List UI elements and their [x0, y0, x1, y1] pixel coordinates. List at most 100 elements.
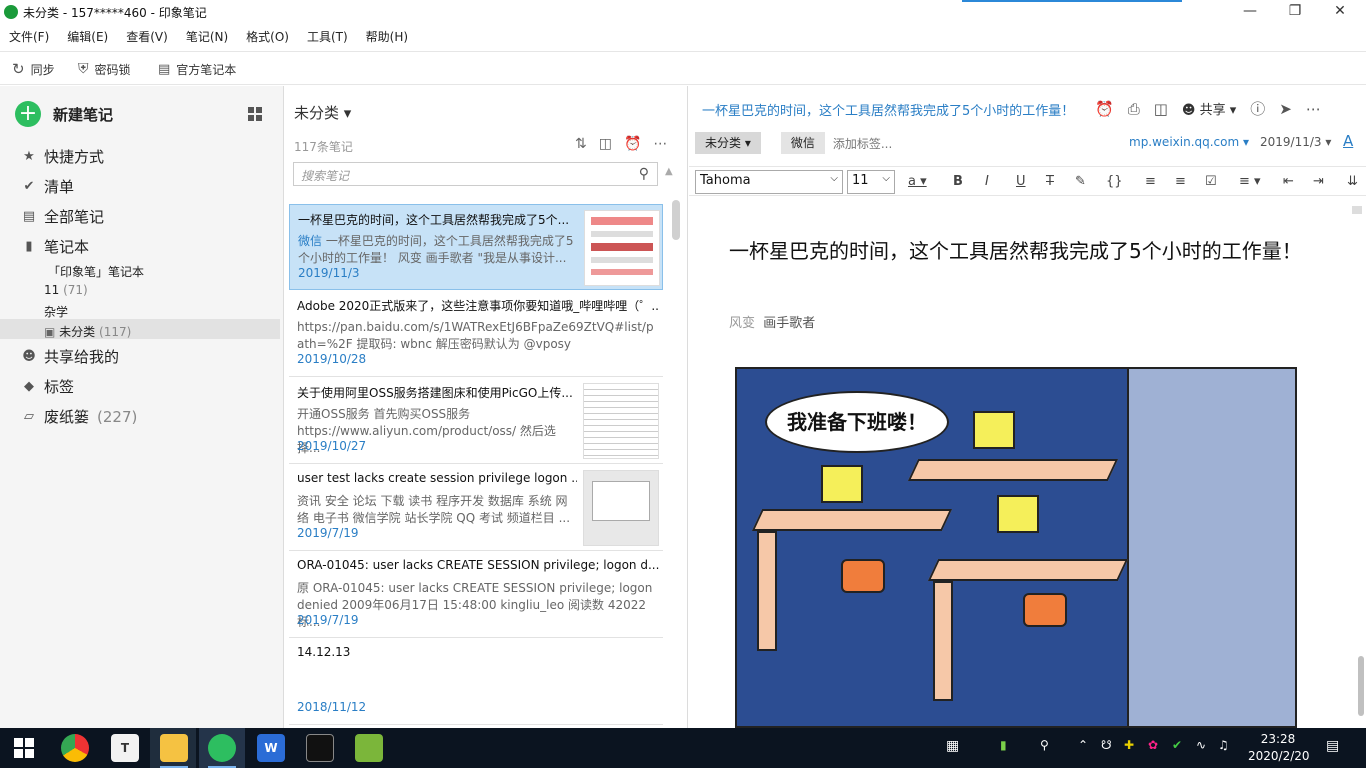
maximize-button[interactable]: ❐	[1275, 2, 1315, 22]
reminder-icon[interactable]: ⏰	[624, 136, 641, 152]
input-method-icon[interactable]: ▦	[946, 738, 959, 754]
action-center-icon[interactable]: ▤	[1326, 738, 1339, 754]
sidebar-item-trash[interactable]: ▱ 废纸篓 (227)	[22, 406, 137, 427]
sidebar-item-shortcuts[interactable]: ★ 快捷方式	[22, 146, 104, 167]
search-icon[interactable]: ⚲	[639, 166, 649, 182]
present-icon[interactable]: ◫	[1154, 100, 1168, 118]
check-circle-icon: ✔	[23, 179, 35, 194]
share-network-icon[interactable]: ➤	[1279, 100, 1292, 118]
sync-button[interactable]: ↻ 同步	[12, 59, 55, 79]
menu-bar: 文件(F) 编辑(E) 查看(V) 笔记(N) 格式(O) 工具(T) 帮助(H)	[0, 26, 1366, 48]
list-item[interactable]: 14.12.13 2018/11/12	[289, 639, 663, 725]
evernote-taskbar-icon[interactable]	[208, 734, 236, 762]
share-button[interactable]: ☻ 共享 ▾	[1182, 99, 1236, 118]
font-size-select[interactable]: 11 ⌵	[847, 170, 895, 194]
notepad-icon[interactable]	[355, 734, 383, 762]
tag-chip[interactable]: 微信	[780, 132, 825, 154]
menu-edit[interactable]: 编辑(E)	[58, 26, 117, 48]
notebook-selector[interactable]: 未分类 ▾	[294, 102, 351, 123]
expand-toolbar-icon[interactable]: ⇊	[1347, 174, 1358, 189]
font-style-icon[interactable]: A	[1343, 132, 1353, 150]
more-options-icon[interactable]: ⋯	[653, 136, 667, 152]
notification-bell-icon[interactable]: ☋	[1101, 738, 1112, 752]
sort-icon[interactable]: ⇅	[575, 136, 587, 152]
sidebar-item-shared[interactable]: ☻ 共享给我的	[22, 346, 119, 367]
code-icon[interactable]: {}	[1106, 174, 1123, 189]
list-item[interactable]: ORA-01045: user lacks CREATE SESSION pri…	[289, 552, 663, 638]
add-tag-input[interactable]: 添加标签...	[833, 135, 892, 152]
note-editor: 一杯星巴克的时间，这个工具居然帮我完成了5个小时的工作量！ ⏰ ⎙ ◫ ☻ 共享…	[689, 86, 1366, 728]
align-icon[interactable]: ≡ ▾	[1239, 174, 1261, 189]
plus-tray-icon[interactable]: ✚	[1124, 738, 1134, 752]
more-icon[interactable]: ⋯	[1306, 100, 1321, 118]
sidebar-item-all-notes[interactable]: ▤ 全部笔记	[22, 206, 104, 227]
collapse-up-icon[interactable]: ▲	[665, 166, 673, 177]
sidebar-item-tags[interactable]: ◆ 标签	[22, 376, 74, 397]
menu-tools[interactable]: 工具(T)	[298, 26, 357, 48]
text-color-icon[interactable]: a ▾	[908, 174, 927, 189]
list-item[interactable]: user test lacks create session privilege…	[289, 465, 663, 551]
note-date[interactable]: 2019/11/3 ▾	[1260, 135, 1331, 149]
sidebar-item-checklist[interactable]: ✔ 清单	[22, 176, 74, 197]
author-link[interactable]: 画手歌者	[763, 316, 815, 331]
typora-icon[interactable]: T	[111, 734, 139, 762]
notebook-zaxue[interactable]: 杂学	[44, 303, 68, 320]
notebook-yinxiang[interactable]: 「印象笔」笔记本	[48, 263, 144, 280]
windows-start-icon[interactable]	[14, 738, 34, 758]
print-icon[interactable]: ⎙	[1128, 100, 1140, 118]
password-lock-button[interactable]: ⛨ 密码锁	[78, 59, 131, 79]
info-icon[interactable]: ⓘ	[1250, 98, 1265, 119]
menu-help[interactable]: 帮助(H)	[357, 26, 417, 48]
list-item[interactable]: Adobe 2020正式版来了，这些注意事项你要知道哦_哔哩哔哩（゜... ht…	[289, 291, 663, 377]
numbered-list-icon[interactable]: ≡	[1175, 174, 1186, 189]
menu-note[interactable]: 笔记(N)	[177, 26, 237, 48]
outdent-icon[interactable]: ⇤	[1283, 174, 1294, 189]
underline-icon[interactable]: U	[1016, 174, 1026, 189]
check-tray-icon[interactable]: ✔	[1172, 738, 1182, 752]
minimize-button[interactable]: —	[1230, 2, 1270, 22]
alarm-icon[interactable]: ⏰	[1095, 100, 1114, 118]
bullet-list-icon[interactable]: ≡	[1145, 174, 1156, 189]
people-tray-icon[interactable]: ⚲	[1040, 738, 1049, 752]
editor-scrollbar[interactable]	[1358, 656, 1364, 716]
tray-expand-icon[interactable]: ⌃	[1078, 738, 1088, 752]
grid-view-icon[interactable]	[248, 107, 262, 121]
strikethrough-icon[interactable]: T	[1046, 174, 1054, 189]
menu-format[interactable]: 格式(O)	[237, 26, 298, 48]
italic-icon[interactable]: I	[985, 174, 989, 189]
list-item[interactable]: 关于使用阿里OSS服务搭建图床和使用PicGO上传... 开通OSS服务 首先购…	[289, 378, 663, 464]
source-url-link[interactable]: mp.weixin.qq.com ▾	[1129, 135, 1249, 149]
indent-icon[interactable]: ⇥	[1313, 174, 1324, 189]
editor-scroll-up[interactable]	[1352, 206, 1362, 214]
document-title[interactable]: 一杯星巴克的时间，这个工具居然帮我完成了5个小时的工作量！	[729, 236, 1329, 266]
notebook-11[interactable]: 11 (71)	[44, 283, 88, 297]
view-layout-icon[interactable]: ◫	[599, 136, 612, 152]
note-title-header[interactable]: 一杯星巴克的时间，这个工具居然帮我完成了5个小时的工作量！	[702, 100, 1074, 119]
checkbox-icon[interactable]: ☑	[1205, 174, 1217, 189]
list-scrollbar[interactable]	[672, 200, 680, 240]
tag-icon: ◆	[24, 379, 34, 394]
file-explorer-icon[interactable]	[160, 734, 188, 762]
word-icon[interactable]: W	[257, 734, 285, 762]
new-note-button[interactable]: + 新建笔记	[15, 101, 113, 127]
font-family-select[interactable]: Tahoma ⌵	[695, 170, 843, 194]
close-button[interactable]: ✕	[1320, 2, 1360, 22]
chrome-icon[interactable]	[61, 734, 89, 762]
notebook-unsorted-selected[interactable]	[0, 319, 280, 339]
menu-file[interactable]: 文件(F)	[0, 26, 58, 48]
wifi-icon[interactable]: ∿	[1196, 738, 1206, 752]
official-notebook-button[interactable]: ▤ 官方笔记本	[158, 59, 236, 79]
search-input[interactable]: 搜索笔记 ⚲	[293, 162, 658, 186]
battery-icon[interactable]: ▮	[1000, 738, 1007, 752]
bold-icon[interactable]: B	[953, 174, 963, 189]
notebook-chip[interactable]: 未分类 ▾	[695, 132, 761, 154]
volume-icon[interactable]: ♫	[1218, 738, 1229, 752]
terminal-icon[interactable]	[306, 734, 334, 762]
highlight-icon[interactable]: ✎	[1075, 174, 1086, 189]
menu-view[interactable]: 查看(V)	[117, 26, 177, 48]
clock[interactable]: 23:28 2020/2/20	[1248, 731, 1310, 765]
list-item[interactable]: 一杯星巴克的时间，这个工具居然帮我完成了5个... 微信 一杯星巴克的时间，这个…	[289, 204, 663, 290]
flower-tray-icon[interactable]: ✿	[1148, 738, 1158, 752]
sidebar-item-notebooks[interactable]: ▮ 笔记本	[22, 236, 89, 257]
notebook-unsorted[interactable]: ▣ 未分类 (117)	[44, 323, 131, 340]
